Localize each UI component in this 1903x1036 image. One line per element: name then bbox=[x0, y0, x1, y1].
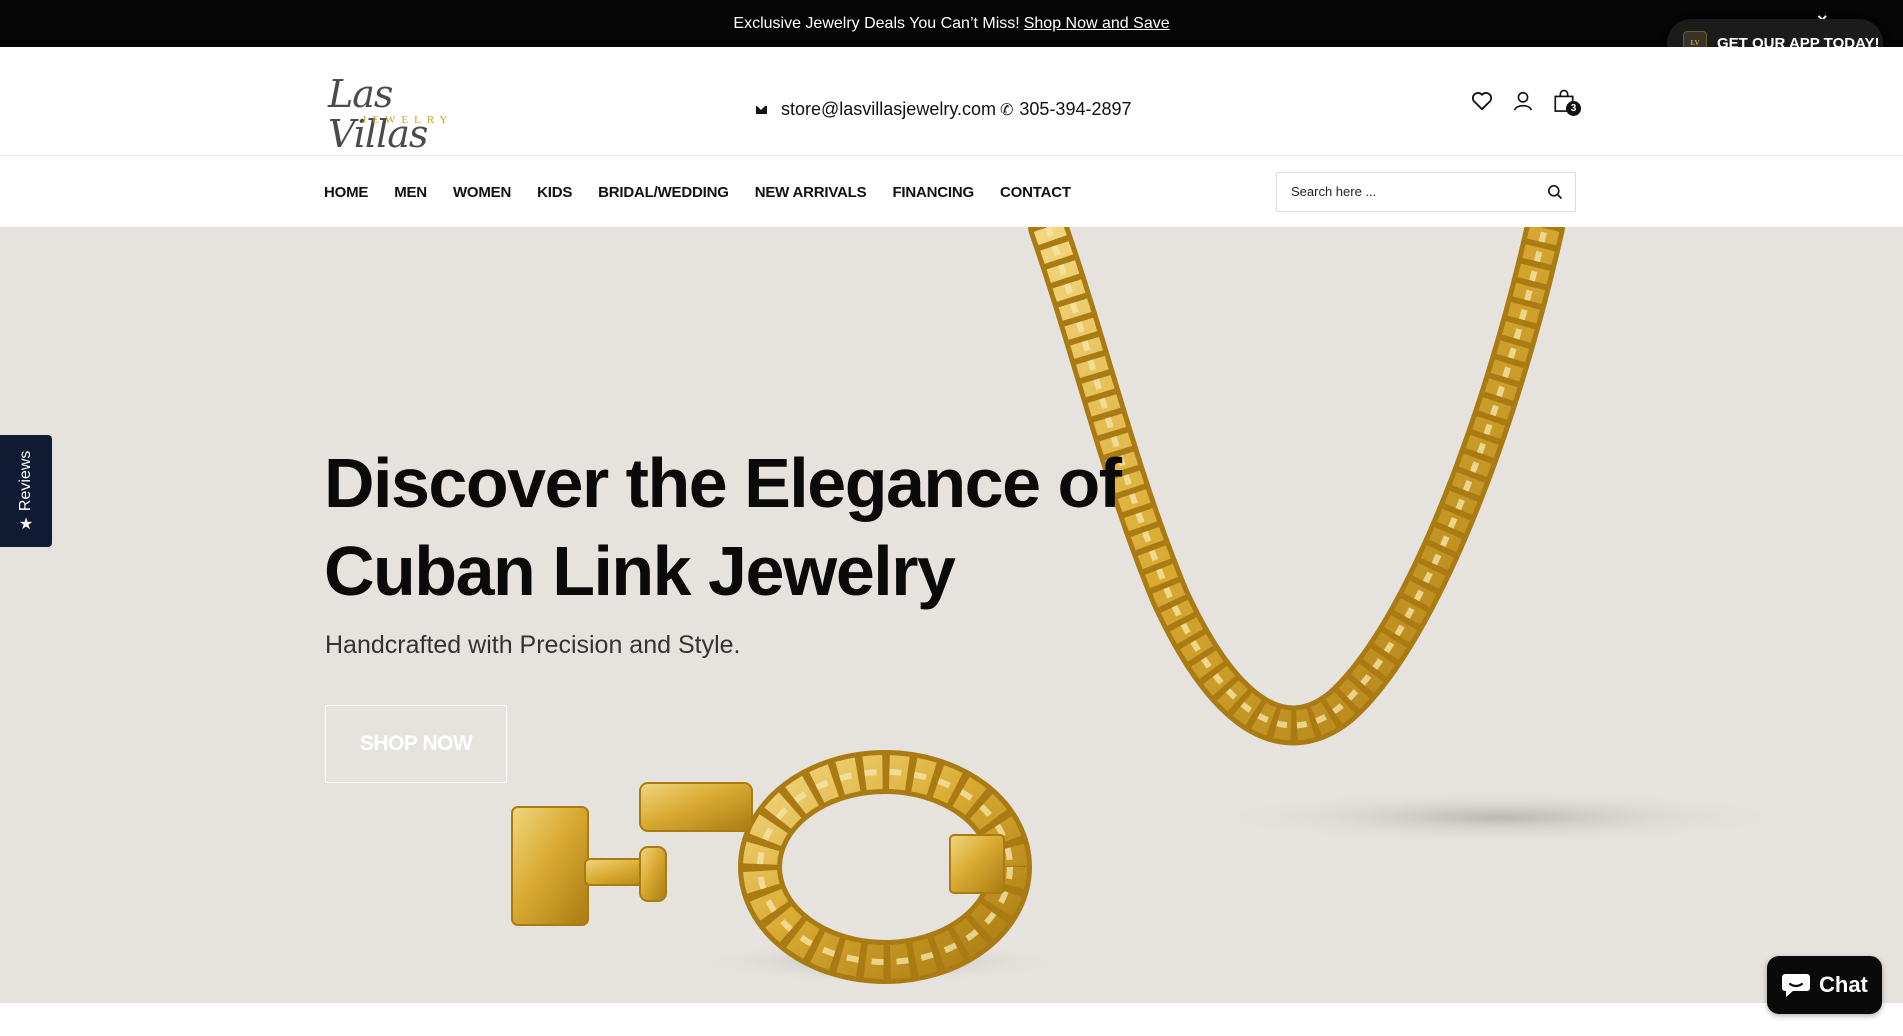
announcement-bar: Exclusive Jewelry Deals You Can’t Miss! … bbox=[0, 0, 1903, 47]
hero-jewelry-image bbox=[511, 227, 1800, 984]
search-input[interactable] bbox=[1291, 184, 1531, 199]
nav-item-contact[interactable]: CONTACT bbox=[1000, 184, 1071, 201]
logo-subtitle: JEWELRY bbox=[362, 114, 454, 126]
cart-count-badge: 3 bbox=[1566, 101, 1581, 116]
star-icon: ★ bbox=[18, 516, 34, 534]
chat-bubble-icon bbox=[1782, 974, 1810, 997]
nav-item-financing[interactable]: FINANCING bbox=[892, 184, 974, 201]
hero-title: Discover the Elegance of Cuban Link Jewe… bbox=[324, 439, 1184, 615]
chat-label: Chat bbox=[1819, 972, 1868, 997]
wishlist-heart-icon[interactable] bbox=[1468, 87, 1496, 115]
reviews-tab[interactable]: ★ Reviews bbox=[0, 435, 52, 547]
main-nav: HOME MEN WOMEN KIDS BRIDAL/WEDDING NEW A… bbox=[0, 157, 1903, 227]
nav-item-home[interactable]: HOME bbox=[324, 184, 368, 201]
account-user-icon[interactable] bbox=[1509, 87, 1537, 115]
site-header: Las Villas JEWELRY store@lasvillasjewelr… bbox=[0, 47, 1903, 156]
nav-item-men[interactable]: MEN bbox=[394, 184, 427, 201]
mail-icon bbox=[756, 105, 767, 114]
hero-title-line-1: Discover the Elegance of bbox=[324, 444, 1122, 522]
contact-info: store@lasvillasjewelry.com ✆ 305-394-289… bbox=[756, 99, 1132, 120]
hero-banner: Discover the Elegance of Cuban Link Jewe… bbox=[0, 227, 1903, 1003]
announcement-text: Exclusive Jewelry Deals You Can’t Miss! bbox=[733, 14, 1020, 32]
chat-button[interactable]: Chat bbox=[1767, 956, 1882, 1014]
cart-bag-icon[interactable]: 3 bbox=[1550, 87, 1581, 116]
header-actions: 3 bbox=[1455, 87, 1581, 116]
contact-phone[interactable]: 305-394-2897 bbox=[1019, 99, 1131, 120]
search-icon[interactable] bbox=[1547, 184, 1563, 200]
contact-email[interactable]: store@lasvillasjewelry.com bbox=[781, 99, 996, 120]
nav-item-kids[interactable]: KIDS bbox=[537, 184, 572, 201]
nav-item-new-arrivals[interactable]: NEW ARRIVALS bbox=[755, 184, 867, 201]
nav-menu: HOME MEN WOMEN KIDS BRIDAL/WEDDING NEW A… bbox=[324, 157, 1097, 227]
site-logo[interactable]: Las Villas JEWELRY bbox=[328, 74, 488, 154]
reviews-tab-label: Reviews bbox=[17, 450, 34, 512]
reviews-tab-content: ★ Reviews bbox=[16, 450, 36, 534]
announcement-link[interactable]: Shop Now and Save bbox=[1024, 15, 1170, 33]
nav-item-bridal-wedding[interactable]: BRIDAL/WEDDING bbox=[598, 184, 729, 201]
search-box bbox=[1276, 172, 1576, 212]
phone-icon: ✆ bbox=[1000, 101, 1014, 119]
hero-title-line-2: Cuban Link Jewelry bbox=[324, 532, 956, 610]
hero-subtitle: Handcrafted with Precision and Style. bbox=[325, 631, 741, 659]
nav-item-women[interactable]: WOMEN bbox=[453, 184, 511, 201]
shop-now-button[interactable]: SHOP NOW bbox=[325, 705, 507, 783]
